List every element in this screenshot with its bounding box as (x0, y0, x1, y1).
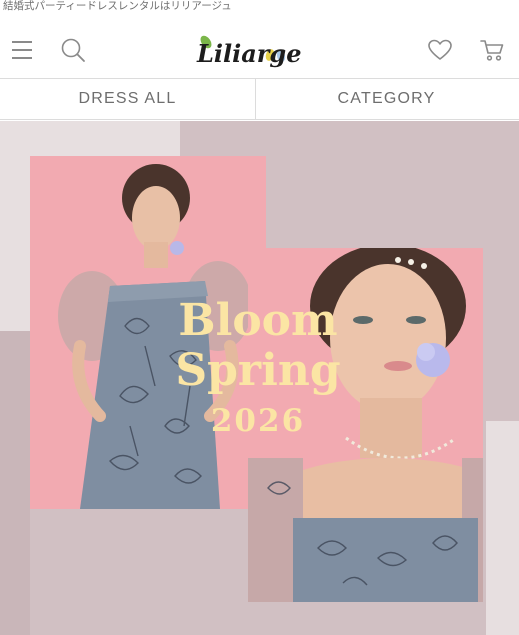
heart-icon[interactable] (427, 38, 453, 62)
main-nav: DRESS ALL CATEGORY (0, 78, 519, 120)
tab-category[interactable]: CATEGORY (257, 79, 516, 119)
cart-icon[interactable] (479, 38, 505, 62)
site-logo[interactable]: Liliarge (194, 32, 318, 72)
site-tagline: 結婚式パーティードレスレンタルはリリアージュ (3, 0, 232, 12)
search-icon[interactable] (60, 37, 86, 63)
hero-banner[interactable]: Bloom Spring 2026 (0, 121, 519, 635)
hero-headline-line2: Spring (175, 345, 341, 396)
site-header: Liliarge (0, 16, 519, 78)
hero-headline-year: 2026 (210, 403, 306, 439)
menu-icon[interactable] (12, 41, 32, 59)
tab-dress-all[interactable]: DRESS ALL (0, 79, 256, 119)
logo-text: Liliarge (196, 39, 301, 68)
hero-bg-light-block-right (486, 421, 519, 635)
hero-headline-line1: Bloom (178, 295, 338, 346)
hero-bg-mid-block (0, 331, 30, 635)
